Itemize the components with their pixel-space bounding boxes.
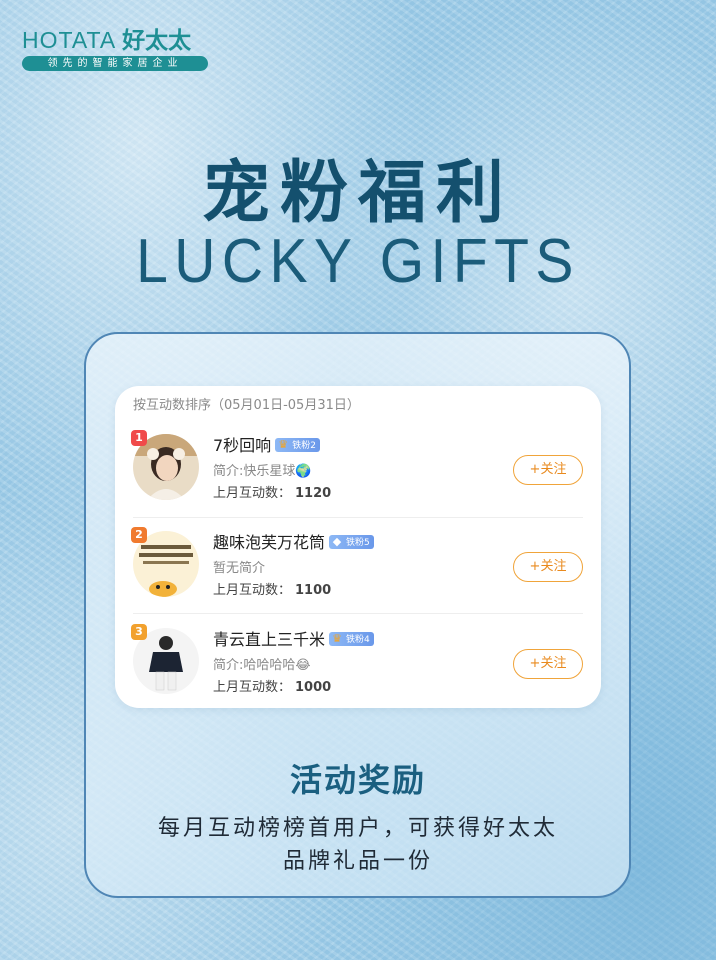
reward-line-1: 每月互动榜榜首用户，可获得好太太: [157, 816, 558, 841]
rank-badge: 3: [131, 624, 147, 640]
brand-logo: HOTATA 好太太 领先的智能家居企业: [22, 28, 212, 71]
brand-name-cn: 好太太: [122, 27, 192, 53]
interaction-count: 上月互动数： 1100: [213, 579, 331, 598]
user-bio: 暂无简介: [213, 561, 266, 576]
fan-level-badge: ♛ 铁粉4: [329, 631, 374, 646]
sort-label: 按互动数排序（05月01日-05月31日）: [133, 398, 360, 413]
user-name[interactable]: 7秒回响 ♛ 铁粉2: [213, 432, 320, 456]
user-name[interactable]: 青云直上三千米 ♛ 铁粉4: [213, 626, 374, 650]
crown-icon: ♛: [278, 437, 289, 451]
follow-button[interactable]: +关注: [513, 552, 583, 582]
divider: [133, 517, 583, 518]
reward-title: 活动奖励: [289, 761, 426, 799]
follow-button[interactable]: +关注: [513, 649, 583, 679]
user-name-text: 青云直上三千米: [213, 630, 326, 649]
brand-tagline: 领先的智能家居企业: [22, 56, 208, 71]
interaction-count-value: 1100: [295, 583, 332, 598]
user-bio: 简介:快乐星球🌍: [213, 464, 312, 479]
interaction-count-label: 上月互动数：: [213, 680, 292, 695]
interaction-count-label: 上月互动数：: [213, 486, 292, 501]
brand-name-en: HOTATA: [22, 27, 117, 53]
fan-level-badge: ◆ 铁粉5: [329, 534, 374, 549]
fan-level-badge: ♛ 铁粉2: [275, 437, 320, 452]
reward-line-2: 品牌礼品一份: [282, 849, 433, 874]
divider: [133, 613, 583, 614]
user-name[interactable]: 趣味泡芙万花筒 ◆ 铁粉5: [213, 529, 374, 553]
interaction-count: 上月互动数： 1120: [213, 482, 331, 501]
rank-badge: 1: [131, 430, 147, 446]
ranking-card: 按互动数排序（05月01日-05月31日） 1 7秒回响 ♛ 铁粉2 简介:快乐星球…: [115, 386, 601, 708]
fan-level-text: 铁粉2: [292, 440, 316, 451]
brand-name: HOTATA 好太太: [22, 28, 212, 52]
interaction-count-value: 1000: [295, 680, 332, 695]
interaction-count: 上月互动数： 1000: [213, 676, 331, 695]
rank-badge: 2: [131, 527, 147, 543]
reward-description: 每月互动榜榜首用户，可获得好太太 品牌礼品一份: [0, 812, 716, 878]
page-title-en: LUCKY GIFTS: [136, 227, 580, 296]
fan-level-text: 铁粉5: [346, 537, 370, 548]
ranking-row-1: 1 7秒回响 ♛ 铁粉2 简介:快乐星球🌍 上月互动数： 1120 +关注: [115, 422, 601, 518]
user-name-text: 7秒回响: [213, 436, 272, 455]
page-title-cn: 宠粉福利: [201, 154, 514, 233]
crown-icon: ♛: [332, 631, 342, 645]
user-name-text: 趣味泡芙万花筒: [213, 533, 326, 552]
ranking-row-3: 3 青云直上三千米 ♛ 铁粉4 简介:哈哈哈哈😂 上月互动数： 1000 +关注: [115, 616, 601, 712]
fan-level-text: 铁粉4: [346, 634, 370, 645]
diamond-icon: ◆: [332, 534, 342, 548]
follow-button[interactable]: +关注: [513, 455, 583, 485]
user-bio: 简介:哈哈哈哈😂: [213, 658, 311, 673]
interaction-count-label: 上月互动数：: [213, 583, 292, 598]
ranking-row-2: 2 趣味泡芙万花筒 ◆ 铁粉5 暂无简介 上月互动数： 1100 +关注: [115, 519, 601, 615]
interaction-count-value: 1120: [295, 486, 332, 501]
